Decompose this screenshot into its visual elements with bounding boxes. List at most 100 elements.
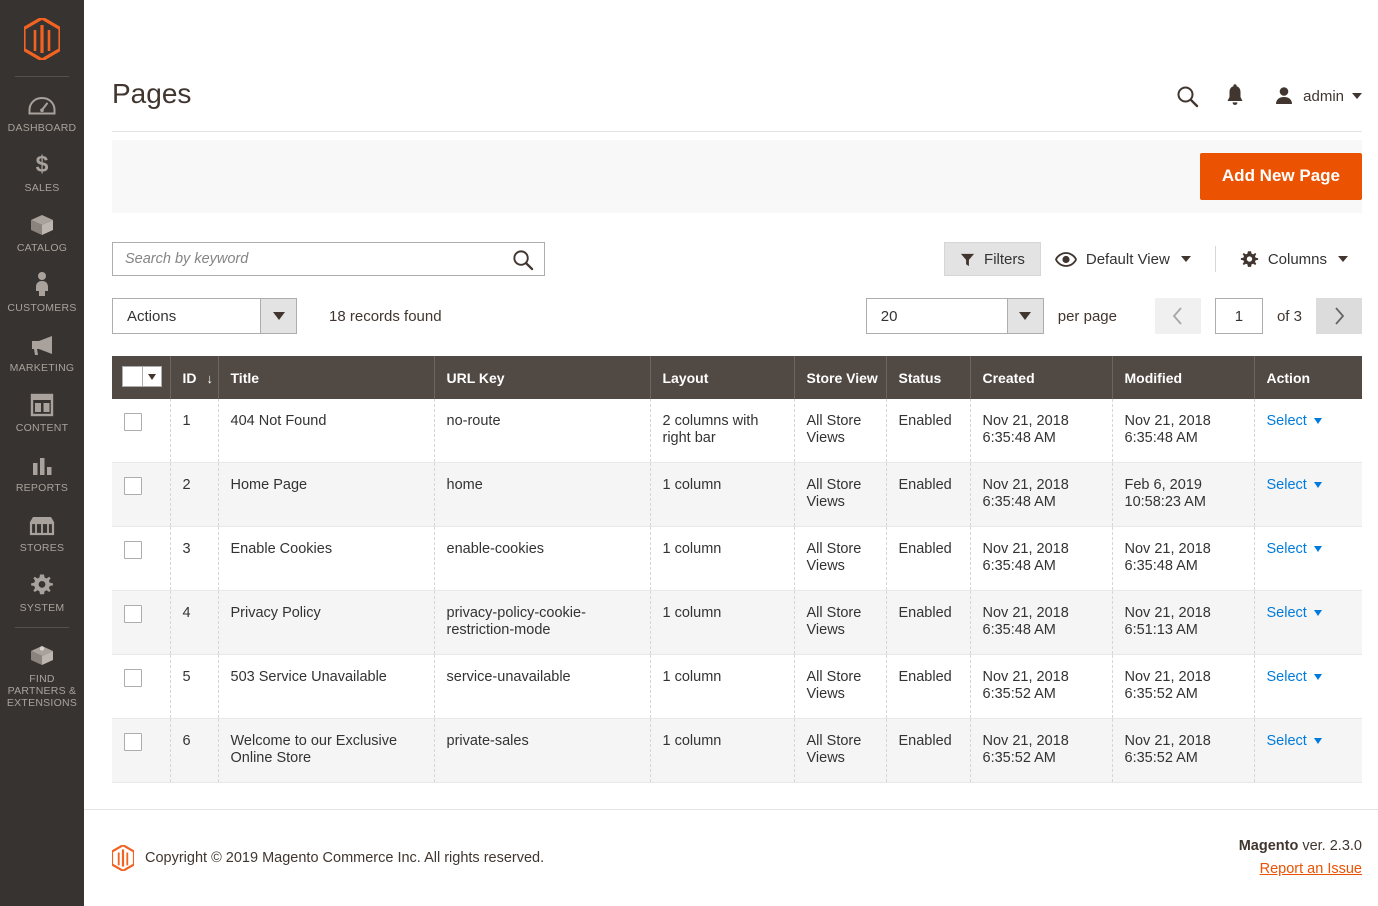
row-select-action[interactable]: Select [1267,413,1322,429]
chevron-down-icon [260,299,296,333]
bar-chart-icon [30,451,54,477]
row-checkbox[interactable] [124,413,142,431]
sidebar-item-dashboard[interactable]: DASHBOARD [0,83,84,143]
current-page-input[interactable] [1214,298,1263,334]
cell-title: Enable Cookies [218,526,435,591]
row-select-action[interactable]: Select [1267,605,1322,621]
copyright-block: Copyright © 2019 Magento Commerce Inc. A… [112,845,544,871]
sidebar-item-label: DASHBOARD [7,122,77,134]
sidebar-item-customers[interactable]: CUSTOMERS [0,263,84,323]
modified-date: Nov 21, 2018 [1124,733,1211,749]
filters-label: Filters [984,250,1025,268]
sidebar-item-catalog[interactable]: CATALOG [0,203,84,263]
gear-icon [1240,250,1258,267]
sidebar-item-sales[interactable]: $ SALES [0,143,84,203]
row-select-action[interactable]: Select [1267,477,1322,493]
notifications-button[interactable] [1211,76,1259,116]
cell-status: Enabled [886,399,971,463]
eye-icon [1054,251,1077,267]
cell-url-key: service-unavailable [434,654,651,719]
sidebar-item-label: CUSTOMERS [7,302,77,314]
table-row[interactable]: 2 Home Page home 1 column All Store Views Ena… [112,462,1362,527]
cell-action[interactable]: Select [1254,462,1362,527]
report-issue-link[interactable]: Report an Issue [1260,861,1362,877]
column-header-modified[interactable]: Modified [1112,356,1255,399]
column-header-store-view[interactable]: Store View [794,356,887,399]
cell-action[interactable]: Select [1254,526,1362,591]
next-page-button[interactable] [1316,298,1362,334]
magento-logo-icon [24,18,60,60]
row-checkbox[interactable] [124,733,142,751]
sidebar-item-marketing[interactable]: MARKETING [0,323,84,383]
sidebar-item-stores[interactable]: STORES [0,503,84,563]
column-header-url-key[interactable]: URL Key [434,356,651,399]
search-input[interactable] [125,251,511,267]
created-time: 6:35:52 AM [982,750,1056,766]
version-line: Magento ver. 2.3.0 [1239,838,1362,854]
per-page-dropdown[interactable]: 20 [865,298,1044,334]
table-row[interactable]: 5 503 Service Unavailable service-unavaila… [112,654,1362,719]
row-select-action[interactable]: Select [1267,669,1322,685]
column-header-created[interactable]: Created [970,356,1113,399]
cell-store-view: All Store Views [794,654,887,719]
view-switcher[interactable]: Default View [1041,242,1205,276]
select-all-checkbox[interactable] [123,367,142,386]
cell-created: Nov 21, 2018 6:35:48 AM [970,462,1113,527]
search-submit-button[interactable] [511,248,534,271]
cell-id: 3 [170,526,219,591]
row-checkbox[interactable] [124,477,142,495]
add-new-page-button[interactable]: Add New Page [1199,153,1362,200]
column-header-status[interactable]: Status [886,356,971,399]
sidebar-item-system[interactable]: SYSTEM [0,563,84,623]
cell-status: Enabled [886,590,971,655]
row-select-action[interactable]: Select [1267,541,1322,557]
records-found-label: 18 records found [329,307,442,325]
cell-action[interactable]: Select [1254,399,1362,463]
cell-layout: 1 column [650,718,795,783]
keyword-search-box[interactable] [112,242,545,276]
previous-page-button[interactable] [1154,298,1201,334]
cell-action[interactable]: Select [1254,718,1362,783]
sidebar-item-reports[interactable]: REPORTS [0,443,84,503]
row-select-action[interactable]: Select [1267,733,1322,749]
modified-date: Nov 21, 2018 [1124,605,1211,621]
row-checkbox[interactable] [124,541,142,559]
table-row[interactable]: 6 Welcome to our Exclusive Online Store pr… [112,718,1362,783]
chevron-down-icon[interactable] [142,367,161,386]
column-header-id[interactable]: ID ↓ [170,356,219,399]
funnel-icon [960,253,975,266]
view-label: Default View [1085,250,1170,268]
actions-dropdown[interactable]: Actions [112,298,297,334]
cell-action[interactable]: Select [1254,654,1362,719]
select-all-dropdown[interactable] [122,366,162,387]
table-body: 1 404 Not Found no-route 2 columns with rig… [112,399,1362,783]
sidebar-item-find-partners[interactable]: FIND PARTNERS & EXTENSIONS [0,634,84,718]
main-sidebar: DASHBOARD $ SALES CATALOG CUSTOMERS MARK… [0,0,84,906]
admin-menu-button[interactable]: admin [1273,85,1362,107]
column-header-layout[interactable]: Layout [650,356,795,399]
modified-time: 10:58:23 AM [1124,494,1206,510]
chevron-down-icon [1313,738,1322,745]
column-header-title[interactable]: Title [218,356,435,399]
table-row[interactable]: 1 404 Not Found no-route 2 columns with rig… [112,399,1362,463]
row-checkbox[interactable] [124,605,142,623]
cell-url-key: home [434,462,651,527]
row-checkbox[interactable] [124,669,142,687]
sidebar-item-label: MARKETING [9,362,75,374]
columns-control[interactable]: Columns [1226,242,1362,276]
table-row[interactable]: 4 Privacy Policy privacy-policy-cookie-res… [112,590,1362,655]
sort-descending-icon: ↓ [206,370,214,386]
cell-status: Enabled [886,462,971,527]
cell-action[interactable]: Select [1254,590,1362,655]
page-actions-bar: Add New Page [112,140,1362,213]
version-block: Magento ver. 2.3.0 Report an Issue [1239,838,1362,878]
cell-layout: 1 column [650,526,795,591]
magento-logo[interactable] [0,6,84,72]
filters-button[interactable]: Filters [944,242,1041,276]
sidebar-item-label: SYSTEM [19,602,65,614]
pages-table: ID ↓ Title URL Key Layout Store View Stat… [112,356,1362,783]
modified-date: Feb 6, 2019 [1124,477,1202,493]
table-row[interactable]: 3 Enable Cookies enable-cookies 1 column All… [112,526,1362,591]
sidebar-item-content[interactable]: CONTENT [0,383,84,443]
global-search-button[interactable] [1163,76,1211,116]
